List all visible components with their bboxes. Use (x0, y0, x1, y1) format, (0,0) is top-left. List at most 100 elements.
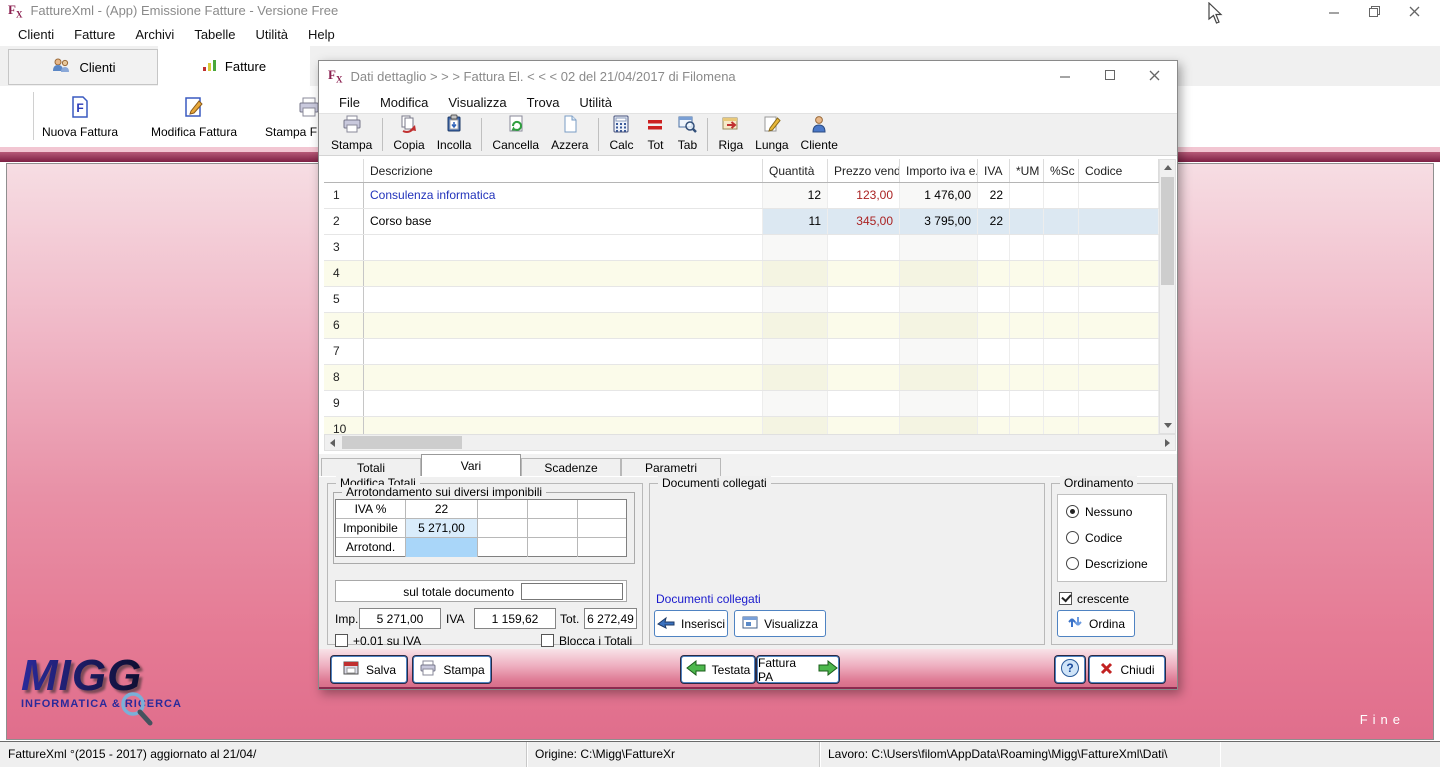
help-button[interactable]: ? (1055, 656, 1085, 683)
grid-cell-um[interactable] (1010, 261, 1044, 286)
vertical-scrollbar[interactable] (1159, 159, 1176, 434)
grid-cell-codice[interactable] (1079, 391, 1159, 416)
arrotondamento-cell[interactable] (578, 500, 626, 518)
fattura-pa-button[interactable]: Fattura PA (757, 656, 839, 684)
row-number[interactable]: 8 (324, 365, 364, 390)
row-number[interactable]: 7 (324, 339, 364, 364)
grid-cell-um[interactable] (1010, 209, 1044, 234)
grid-cell-codice[interactable] (1079, 235, 1159, 260)
grid-cell-iva[interactable] (978, 261, 1010, 286)
grid-cell-codice[interactable] (1079, 183, 1159, 208)
grid-cell-codice[interactable] (1079, 287, 1159, 312)
salva-button[interactable]: Salva (331, 656, 407, 683)
grid-cell-prezzo[interactable] (828, 417, 900, 434)
arrotondamento-cell[interactable] (528, 500, 578, 518)
grid-cell-codice[interactable] (1079, 339, 1159, 364)
menu-item-clienti[interactable]: Clienti (8, 24, 64, 45)
grid-cell-quantita[interactable]: 11 (763, 209, 828, 234)
close-button[interactable] (1394, 1, 1434, 21)
grid-header-codice[interactable]: Codice (1079, 159, 1159, 182)
arrotondamento-cell[interactable]: 22 (406, 500, 478, 518)
arrotondamento-cell[interactable] (578, 519, 626, 537)
grid-cell-sc[interactable] (1044, 391, 1079, 416)
dialog-minimize-button[interactable] (1042, 61, 1087, 89)
grid-cell-prezzo[interactable] (828, 287, 900, 312)
scroll-down-button[interactable] (1160, 418, 1175, 433)
grid-cell-importo[interactable] (900, 417, 978, 434)
footer-stampa-button[interactable]: Stampa (413, 656, 491, 683)
grid-cell-iva[interactable]: 22 (978, 183, 1010, 208)
grid-header-um[interactable]: *UM (1010, 159, 1044, 182)
arrotondamento-cell[interactable] (578, 538, 626, 557)
dialog-close-button[interactable] (1132, 61, 1177, 89)
toolbar-button-riga[interactable]: Riga (712, 114, 749, 155)
grid-cell-quantita[interactable]: 12 (763, 183, 828, 208)
grid-cell-iva[interactable] (978, 339, 1010, 364)
grid-cell-sc[interactable] (1044, 339, 1079, 364)
grid-header-importo[interactable]: Importo iva e. (900, 159, 978, 182)
grid-cell-prezzo[interactable]: 345,00 (828, 209, 900, 234)
row-number[interactable]: 10 (324, 417, 364, 434)
grid-cell-sc[interactable] (1044, 313, 1079, 338)
grid-cell-um[interactable] (1010, 183, 1044, 208)
documenti-collegati-link[interactable]: Documenti collegati (656, 592, 761, 606)
grid-cell-descrizione[interactable] (364, 417, 763, 434)
modifica-fattura-button[interactable]: Modifica Fattura (148, 95, 240, 139)
grid-cell-prezzo[interactable] (828, 235, 900, 260)
toolbar-button-incolla[interactable]: Incolla (431, 114, 478, 155)
dialog-menu-item-trova[interactable]: Trova (517, 92, 570, 113)
grid-header-prezzo[interactable]: Prezzo vend (828, 159, 900, 182)
dialog-menu-item-modifica[interactable]: Modifica (370, 92, 438, 113)
tab-fatture[interactable]: Fatture (158, 46, 310, 86)
grid-cell-iva[interactable] (978, 391, 1010, 416)
scroll-right-button[interactable] (1160, 435, 1175, 450)
menu-item-fatture[interactable]: Fatture (64, 24, 125, 45)
dialog-menu-item-utilità[interactable]: Utilità (569, 92, 622, 113)
radio-nessuno[interactable]: Nessuno (1066, 505, 1132, 519)
toolbar-button-tab[interactable]: Tab (671, 114, 703, 155)
grid-cell-sc[interactable] (1044, 417, 1079, 434)
grid-cell-descrizione[interactable]: Consulenza informatica (364, 183, 763, 208)
grid-cell-quantita[interactable] (763, 287, 828, 312)
grid-cell-descrizione[interactable]: Corso base (364, 209, 763, 234)
grid-cell-sc[interactable] (1044, 261, 1079, 286)
radio-button[interactable] (1066, 557, 1079, 570)
grid-cell-prezzo[interactable] (828, 339, 900, 364)
tab-scadenze[interactable]: Scadenze (521, 458, 621, 476)
visualizza-button[interactable]: Visualizza (734, 610, 826, 637)
grid-cell-quantita[interactable] (763, 339, 828, 364)
grid-cell-quantita[interactable] (763, 417, 828, 434)
grid-cell-importo[interactable] (900, 235, 978, 260)
tab-clienti[interactable]: Clienti (8, 49, 158, 85)
arrotondamento-cell[interactable] (478, 538, 528, 557)
menu-item-archivi[interactable]: Archivi (125, 24, 184, 45)
grid-cell-quantita[interactable] (763, 313, 828, 338)
row-number[interactable]: 5 (324, 287, 364, 312)
radio-codice[interactable]: Codice (1066, 531, 1122, 545)
grid-cell-importo[interactable] (900, 313, 978, 338)
vertical-scroll-thumb[interactable] (1161, 177, 1174, 285)
grid-cell-sc[interactable] (1044, 183, 1079, 208)
inserisci-button[interactable]: Inserisci (654, 610, 728, 637)
grid-cell-descrizione[interactable] (364, 339, 763, 364)
total-value-2[interactable]: 6 272,49 (584, 608, 637, 629)
ordina-button[interactable]: Ordina (1057, 610, 1135, 637)
grid-cell-iva[interactable] (978, 235, 1010, 260)
grid-cell-um[interactable] (1010, 365, 1044, 390)
radio-button[interactable] (1066, 531, 1079, 544)
total-value-0[interactable]: 5 271,00 (359, 608, 441, 629)
grid-cell-um[interactable] (1010, 313, 1044, 338)
grid-cell-descrizione[interactable] (364, 391, 763, 416)
grid-cell-iva[interactable] (978, 365, 1010, 390)
grid-cell-prezzo[interactable] (828, 391, 900, 416)
grid-cell-quantita[interactable] (763, 391, 828, 416)
grid-cell-um[interactable] (1010, 287, 1044, 312)
row-number[interactable]: 6 (324, 313, 364, 338)
toolbar-button-calc[interactable]: Calc (603, 114, 639, 155)
row-number[interactable]: 2 (324, 209, 364, 234)
grid-cell-iva[interactable]: 22 (978, 209, 1010, 234)
blocca-totali-checkbox[interactable] (541, 634, 554, 647)
toolbar-button-cancella[interactable]: Cancella (486, 114, 545, 155)
total-value-1[interactable]: 1 159,62 (474, 608, 556, 629)
horizontal-scrollbar[interactable] (324, 434, 1176, 451)
